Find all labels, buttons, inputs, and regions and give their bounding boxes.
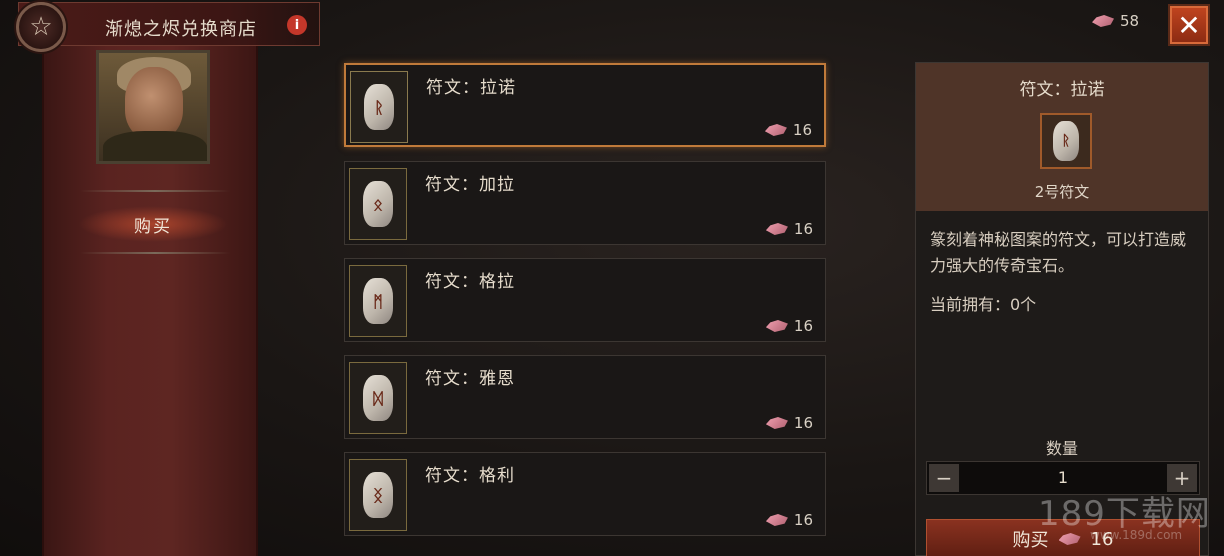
currency-display: 58 (1092, 12, 1139, 30)
item-icon-frame: ᛝ (349, 459, 407, 531)
item-icon-frame: ᛗ (349, 265, 407, 337)
shop-item[interactable]: ᚱ 符文：拉诺 16 (344, 63, 826, 147)
detail-description: 篆刻着神秘图案的符文，可以打造威力强大的传奇宝石。 (930, 230, 1187, 275)
item-name: 符文：格利 (425, 466, 515, 486)
item-name: 符文：雅恩 (425, 369, 515, 389)
currency-amount: 58 (1120, 12, 1140, 30)
vendor-portrait (96, 50, 210, 164)
ember-shard-icon (765, 417, 788, 429)
rune-icon: ᛗ (363, 278, 393, 324)
item-price-value: 16 (793, 220, 813, 238)
quantity-value[interactable]: 1 (927, 468, 1199, 487)
shop-title: 渐熄之烬兑换商店 (105, 19, 257, 40)
item-name: 符文：加拉 (425, 175, 515, 195)
item-icon-frame: ᛟ (349, 168, 407, 240)
divider (80, 252, 230, 254)
item-name: 符文：拉诺 (426, 78, 516, 98)
close-button[interactable]: ✕ (1168, 4, 1210, 46)
ember-shard-icon (765, 223, 788, 235)
item-price-value: 16 (793, 511, 813, 529)
shop-item[interactable]: ᛗ 符文：格拉 16 (344, 258, 826, 342)
quantity-label: 数量 (1045, 439, 1078, 458)
ember-shard-icon (765, 514, 788, 526)
item-price: 16 (764, 121, 812, 139)
item-detail-panel: 符文：拉诺 ᚱ 2号符文 篆刻着神秘图案的符文，可以打造威力强大的传奇宝石。 当… (915, 62, 1209, 556)
divider (80, 190, 230, 192)
rune-icon: ᚱ (364, 84, 394, 130)
rune-icon: ᛟ (363, 181, 393, 227)
item-price-value: 16 (792, 121, 812, 139)
detail-header: 符文：拉诺 ᚱ 2号符文 (916, 63, 1208, 211)
shop-item[interactable]: ᛝ 符文：格利 16 (344, 452, 826, 536)
info-icon[interactable]: i (287, 15, 307, 35)
owned-count: 当前拥有：0个 (930, 295, 1037, 314)
site-watermark-url: www.189d.com (1090, 528, 1183, 542)
item-icon-frame: ᛞ (349, 362, 407, 434)
shop-item[interactable]: ᛞ 符文：雅恩 16 (344, 355, 826, 439)
detail-title: 符文：拉诺 (1019, 80, 1105, 100)
shop-item[interactable]: ᛟ 符文：加拉 16 (344, 161, 826, 245)
ember-shard-icon (1092, 15, 1114, 27)
ember-shard-icon (764, 124, 787, 136)
item-name: 符文：格拉 (425, 272, 515, 292)
rune-icon: ᛞ (363, 375, 393, 421)
pentagram-icon: ☆ (16, 2, 66, 52)
item-price: 16 (765, 317, 813, 335)
rune-icon: ᛝ (363, 472, 393, 518)
item-price: 16 (765, 511, 813, 529)
detail-icon-frame: ᚱ (1040, 113, 1092, 169)
item-price-value: 16 (793, 414, 813, 432)
detail-subtitle: 2号符文 (1034, 183, 1090, 201)
item-price: 16 (765, 220, 813, 238)
rune-icon: ᚱ (1053, 121, 1079, 161)
tab-buy[interactable]: 购买 (78, 206, 228, 242)
item-icon-frame: ᚱ (350, 71, 408, 143)
item-price: 16 (765, 414, 813, 432)
item-price-value: 16 (793, 317, 813, 335)
ember-shard-icon (765, 320, 788, 332)
